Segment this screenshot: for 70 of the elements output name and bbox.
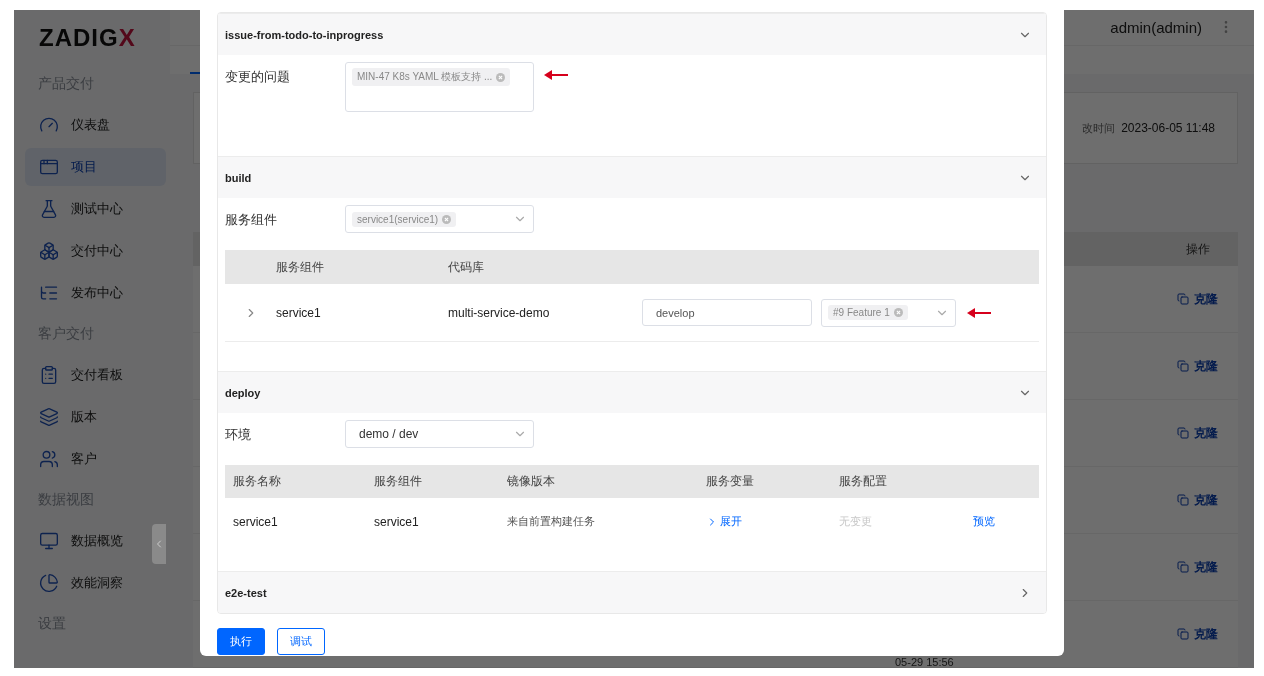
field-label: 环境 <box>225 426 252 444</box>
tag: MIN-47 K8s YAML 模板支持 ... <box>352 68 511 86</box>
field-label: 改时间 <box>1082 120 1116 136</box>
users-icon <box>39 449 59 469</box>
copy-icon <box>1177 427 1189 439</box>
logo: ZADIGX <box>38 24 137 52</box>
clear-icon[interactable] <box>893 308 903 317</box>
monitor-icon <box>39 531 59 551</box>
table-cell: 来自前置构建任务 <box>507 514 595 529</box>
column-header: 服务配置 <box>839 473 888 490</box>
preview-link[interactable]: 预览 <box>973 514 995 529</box>
tag: service1(service1) <box>352 211 457 227</box>
clone-link[interactable]: 克隆 <box>1177 357 1218 375</box>
clear-icon[interactable] <box>442 214 452 224</box>
clipboard-icon <box>39 365 59 385</box>
clone-link[interactable]: 克隆 <box>1177 424 1218 442</box>
layers-icon <box>39 407 59 427</box>
flask-icon <box>39 199 59 219</box>
table-cell: service1 <box>276 305 321 320</box>
clone-link[interactable]: 克隆 <box>1177 625 1218 643</box>
service-select[interactable]: service1(service1) <box>345 205 534 233</box>
collapse-handle[interactable] <box>152 524 166 564</box>
window-icon <box>39 157 59 177</box>
pr-select[interactable]: #9 Feature 1 <box>821 298 956 327</box>
copy-icon <box>1177 494 1189 506</box>
sidebar-item[interactable]: 交付看板 <box>25 356 166 394</box>
table-cell: 05-29 15:56 <box>895 657 954 667</box>
expand-link[interactable]: 展开 <box>706 514 742 529</box>
copy-icon <box>1177 360 1189 372</box>
sidebar-item[interactable]: 客户 <box>25 440 166 478</box>
boxes-icon <box>39 241 59 261</box>
branch-field[interactable]: develop <box>642 299 812 326</box>
user-name[interactable]: admin(admin) <box>1110 18 1202 36</box>
column-header: 操作 <box>1186 240 1210 258</box>
column-header: 服务变量 <box>706 473 755 490</box>
sidebar-item[interactable]: 效能洞察 <box>25 564 166 602</box>
section-header[interactable]: issue-from-todo-to-inprogress <box>218 13 1046 55</box>
table-cell: service1 <box>233 514 278 529</box>
issue-select[interactable]: MIN-47 K8s YAML 模板支持 ... <box>345 62 534 112</box>
sidebar-item[interactable]: 仪表盘 <box>25 106 166 144</box>
table-cell: multi-service-demo <box>448 305 550 320</box>
column-header: 代码库 <box>448 258 485 276</box>
table-cell: service1 <box>374 514 419 529</box>
clone-link[interactable]: 克隆 <box>1177 290 1218 308</box>
copy-icon <box>1177 561 1189 573</box>
section-header[interactable]: e2e-test <box>218 571 1046 613</box>
debug-button[interactable]: 调试 <box>277 628 325 655</box>
copy-icon <box>1177 628 1189 640</box>
sidebar-item[interactable]: 版本 <box>25 398 166 436</box>
sidebar-item[interactable]: 发布中心 <box>25 274 166 312</box>
environment-select[interactable]: demo / dev <box>345 420 534 448</box>
pie-chart-icon <box>39 573 59 593</box>
field-value: 2023-06-05 11:48 <box>1121 121 1215 135</box>
field-label: 变更的问题 <box>225 68 291 86</box>
section-header[interactable]: build <box>218 156 1046 198</box>
sidebar-item[interactable]: 测试中心 <box>25 190 166 228</box>
sidebar-item[interactable]: 交付中心 <box>25 232 166 270</box>
section-header[interactable]: deploy <box>218 371 1046 413</box>
sidebar-item[interactable]: 项目 <box>25 148 166 186</box>
column-header: 服务组件 <box>374 473 423 490</box>
column-header: 服务组件 <box>276 258 325 276</box>
column-header: 服务名称 <box>233 473 282 490</box>
clear-icon[interactable] <box>496 72 506 82</box>
field-label: 服务组件 <box>225 211 278 229</box>
column-header: 镜像版本 <box>507 473 556 490</box>
tag: #9 Feature 1 <box>828 305 908 320</box>
clone-link[interactable]: 克隆 <box>1177 558 1218 576</box>
run-button[interactable]: 执行 <box>217 628 265 655</box>
copy-icon <box>1177 293 1189 305</box>
clone-link[interactable]: 克隆 <box>1177 491 1218 509</box>
